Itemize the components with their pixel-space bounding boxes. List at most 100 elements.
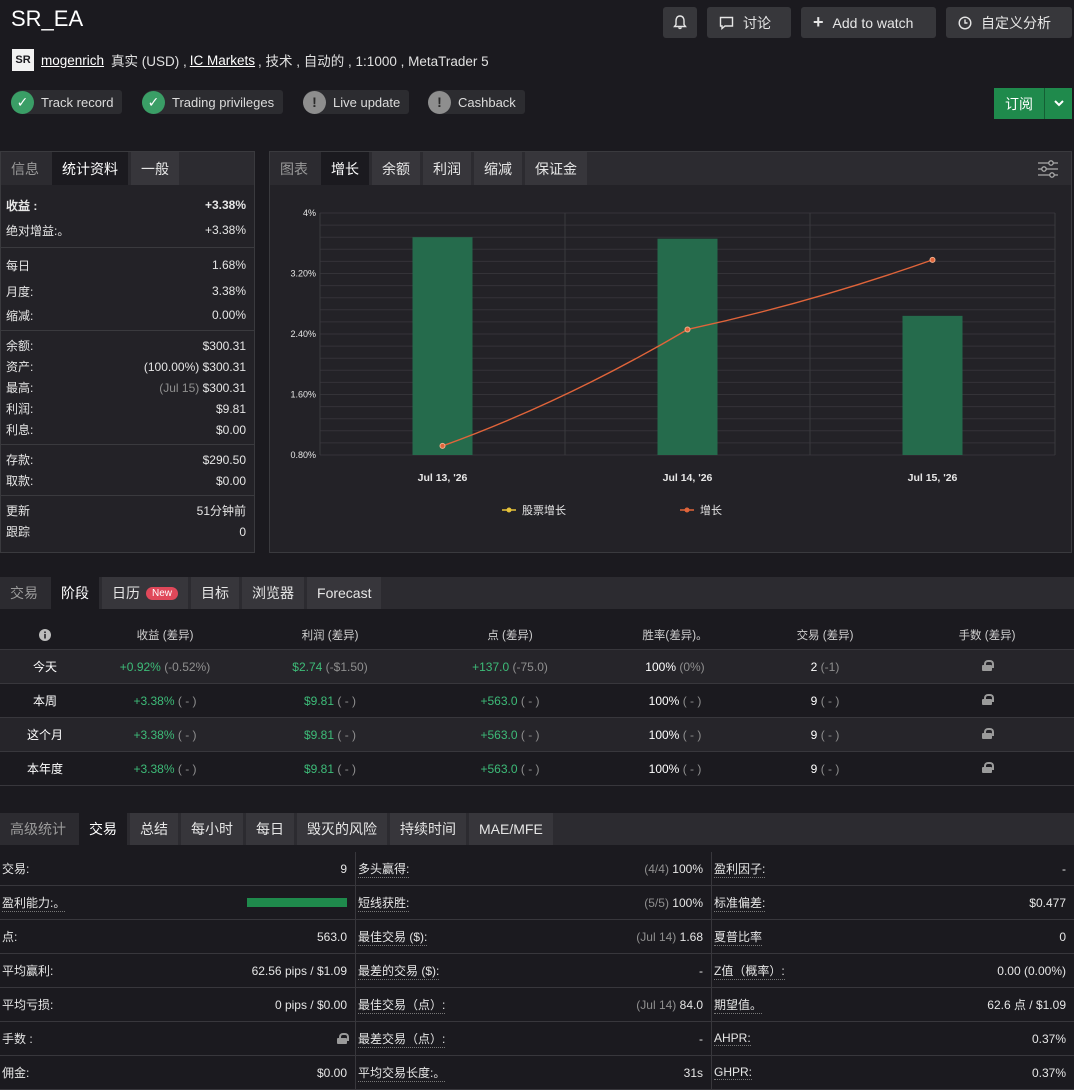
stat-row: 最佳交易（点）: (Jul 14) 84.0 xyxy=(356,988,712,1022)
profit-label: 利润: xyxy=(6,402,34,416)
tab-margin[interactable]: 保证金 xyxy=(525,152,587,185)
winrate-cell: 100% ( - ) xyxy=(648,693,702,708)
chevron-down-icon[interactable] xyxy=(1044,88,1072,119)
tab-balance[interactable]: 余额 xyxy=(372,152,420,185)
col-header[interactable]: 利润 (差异) xyxy=(240,627,420,643)
monthly-value: 3.38% xyxy=(211,284,246,298)
abs-gain-value: +3.38% xyxy=(204,223,246,237)
stat-value: $0.477 xyxy=(1029,895,1066,910)
stat-row: 多头赢得: (4/4) 100% xyxy=(356,852,712,886)
tab-periods[interactable]: 阶段 xyxy=(51,577,99,609)
lock-icon xyxy=(982,693,994,705)
legend-marker xyxy=(684,507,690,513)
balance-label: 余额: xyxy=(6,339,34,353)
settings-sliders-icon[interactable] xyxy=(1037,160,1059,178)
tab-profit[interactable]: 利润 xyxy=(423,152,471,185)
custom-analysis-button[interactable]: 自定义分析 xyxy=(946,7,1072,38)
tab-statistics[interactable]: 统计资料 xyxy=(52,152,128,185)
chart-tabs: 图表 增长 余额 利润 缩减 保证金 xyxy=(270,152,1071,185)
interest-value: $0.00 xyxy=(215,422,246,437)
tab-growth[interactable]: 增长 xyxy=(321,152,369,185)
tab-daily[interactable]: 每日 xyxy=(246,813,294,845)
stat-row: AHPR: 0.37% xyxy=(712,1022,1074,1056)
account-details: , 技术 , 自动的 , 1:1000 , MetaTrader 5 xyxy=(258,54,489,69)
badge-trading-privileges[interactable]: ✓ Trading privileges xyxy=(142,90,284,114)
notification-button[interactable] xyxy=(663,7,697,38)
col-header[interactable]: 胜率(差异)。 xyxy=(600,627,750,643)
tab-mae-mfe[interactable]: MAE/MFE xyxy=(469,813,553,845)
add-to-watch-button[interactable]: + Add to watch xyxy=(801,7,936,38)
tab-goals[interactable]: 目标 xyxy=(191,577,240,609)
stat-row: 点: 563.0 xyxy=(0,920,356,954)
stat-row: 盈利能力:。 xyxy=(0,886,356,920)
tab-hourly[interactable]: 每小时 xyxy=(181,813,243,845)
stat-value: 0 pips / $0.00 xyxy=(274,997,347,1012)
trades-cell: 9 ( - ) xyxy=(810,693,840,708)
updated-label: 更新 xyxy=(6,504,31,518)
username-link[interactable]: mogenrich xyxy=(41,53,104,68)
stat-label: 夏普比率 xyxy=(714,929,763,946)
tab-chart[interactable]: 图表 xyxy=(270,152,318,185)
tab-drawdown[interactable]: 缩减 xyxy=(474,152,522,185)
pips-cell: +563.0 ( - ) xyxy=(480,727,540,742)
user-logo: SR xyxy=(12,49,34,71)
trades-cell: 9 ( - ) xyxy=(810,761,840,776)
stat-note: (Jul 14) xyxy=(636,929,677,944)
gain-value: +3.38% xyxy=(204,198,246,212)
stat-value: 0.37% xyxy=(1031,1031,1066,1046)
stat-label: 最佳交易 ($): xyxy=(358,929,428,946)
col-header[interactable]: 交易 (差异) xyxy=(750,627,900,643)
lock-icon xyxy=(982,761,994,773)
tab-general[interactable]: 一般 xyxy=(131,152,179,185)
stat-value: 0.37% xyxy=(1031,1065,1066,1080)
plus-icon: + xyxy=(813,12,824,32)
info-icon[interactable] xyxy=(0,628,90,641)
discuss-button[interactable]: 讨论 xyxy=(707,7,791,38)
tab-adv-trades[interactable]: 交易 xyxy=(79,813,127,845)
badge-cashback[interactable]: ! Cashback xyxy=(428,90,525,114)
pips-cell: +563.0 ( - ) xyxy=(480,761,540,776)
tab-advanced[interactable]: 高级统计 xyxy=(0,813,76,845)
y-tick-label: 3.20% xyxy=(290,269,316,279)
deposits-label: 存款: xyxy=(6,453,34,467)
drawdown-label: 缩减: xyxy=(6,308,34,323)
col-header[interactable]: 手数 (差异) xyxy=(900,627,1074,643)
stat-value: 31s xyxy=(683,1065,703,1080)
stat-note: (4/4) xyxy=(644,861,669,876)
withdrawals-label: 取款: xyxy=(6,474,34,488)
account-info: SR mogenrich 真实 (USD) , IC Markets , 技术 … xyxy=(12,49,489,71)
broker-link[interactable]: IC Markets xyxy=(190,53,255,68)
col-header[interactable]: 点 (差异) xyxy=(420,627,600,643)
tab-info[interactable]: 信息 xyxy=(1,152,49,185)
tab-summary[interactable]: 总结 xyxy=(130,813,178,845)
pips-cell: +137.0 (-75.0) xyxy=(472,659,548,674)
tab-browser[interactable]: 浏览器 xyxy=(242,577,305,609)
tab-forecast[interactable]: Forecast xyxy=(307,577,382,609)
pips-cell: +563.0 ( - ) xyxy=(480,693,540,708)
tab-trades[interactable]: 交易 xyxy=(0,577,48,609)
stat-note: (Jul 14) xyxy=(636,997,677,1012)
subscribe-button[interactable]: 订阅 xyxy=(994,88,1072,119)
stat-label: 佣金: xyxy=(2,1066,30,1080)
high-date: (Jul 15) xyxy=(159,380,200,395)
col-header[interactable]: 收益 (差异) xyxy=(90,627,240,643)
tab-duration[interactable]: 持续时间 xyxy=(390,813,466,845)
new-badge: New xyxy=(146,586,179,600)
period-table: 收益 (差异) 利润 (差异) 点 (差异) 胜率(差异)。 交易 (差异) 手… xyxy=(0,620,1074,786)
stat-row: 最差的交易 ($): - xyxy=(356,954,712,988)
tab-calendar[interactable]: 日历 New xyxy=(102,577,189,609)
profit-cell: $2.74 (-$1.50) xyxy=(292,659,368,674)
badge-live-update[interactable]: ! Live update xyxy=(303,90,410,114)
tracking-value: 0 xyxy=(239,524,246,539)
lock-icon xyxy=(337,1033,349,1044)
stat-label: 最差交易（点）: xyxy=(358,1031,446,1048)
tab-risk-of-ruin[interactable]: 毁灭的风险 xyxy=(297,813,387,845)
legend-marker xyxy=(506,507,512,513)
high-value: $300.31 xyxy=(202,380,246,395)
y-tick-label: 0.80% xyxy=(290,450,316,460)
period-label: 这个月 xyxy=(26,728,63,742)
stat-label: 盈利能力:。 xyxy=(2,895,66,912)
badge-track-record[interactable]: ✓ Track record xyxy=(11,90,123,114)
stat-row: 平均亏损: 0 pips / $0.00 xyxy=(0,988,356,1022)
stat-label: 最差的交易 ($): xyxy=(358,963,440,980)
